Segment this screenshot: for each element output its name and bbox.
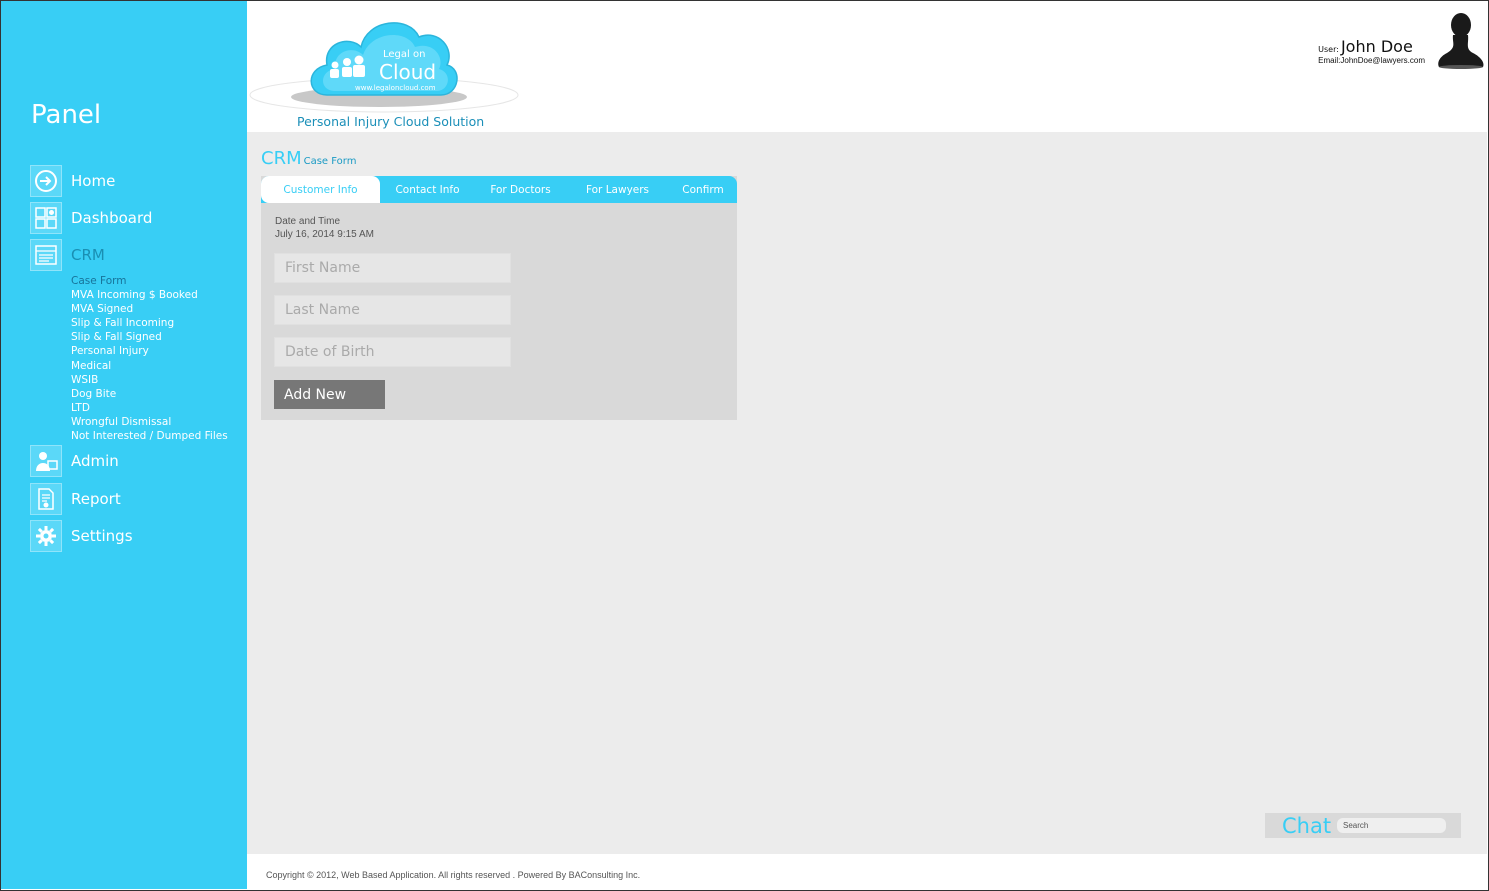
sidebar-item-report[interactable]: Report — [30, 483, 121, 515]
report-icon — [30, 483, 62, 515]
gear-icon — [30, 520, 62, 552]
logo-top-text: Legal on — [383, 49, 425, 60]
sidebar-item-crm[interactable]: CRM — [30, 239, 105, 271]
first-name-input[interactable] — [274, 253, 511, 283]
user-name: John Doe — [1340, 37, 1413, 56]
submenu-item[interactable]: Wrongful Dismissal — [71, 415, 228, 429]
copyright-text: Copyright © 2012, Web Based Application.… — [266, 870, 641, 880]
page-subtitle: Case Form — [303, 156, 357, 167]
cloud-logo-icon: Legal on Cloud www.legaloncloud.com — [249, 22, 519, 113]
tab-confirm[interactable]: Confirm — [669, 176, 737, 203]
submenu-item[interactable]: MVA Signed — [71, 302, 228, 316]
chat-widget: Chat — [1265, 813, 1461, 838]
page-title-text: CRM — [261, 148, 302, 169]
last-name-input[interactable] — [274, 295, 511, 325]
sidebar-item-label: Admin — [71, 452, 119, 470]
tagline: Personal Injury Cloud Solution — [297, 114, 485, 129]
date-of-birth-input[interactable] — [274, 337, 511, 367]
sidebar: Panel Home Dashboard CRM Case Form MVA I… — [1, 1, 247, 889]
sidebar-item-home[interactable]: Home — [30, 165, 115, 197]
chat-search-input[interactable] — [1337, 818, 1446, 833]
crm-submenu: Case Form MVA Incoming $ Booked MVA Sign… — [71, 274, 228, 443]
email-label: Email: — [1318, 56, 1341, 65]
tab-contact-info[interactable]: Contact Info — [380, 176, 475, 203]
date-time-value: July 16, 2014 9:15 AM — [275, 229, 374, 240]
arrow-right-icon — [30, 165, 62, 197]
form-tabs: Customer Info Contact Info For Doctors F… — [261, 176, 737, 203]
main-content: CRM Case Form Customer Info Contact Info … — [247, 132, 1487, 854]
sidebar-item-label: Settings — [71, 527, 133, 545]
sidebar-item-label: Home — [71, 172, 116, 190]
sidebar-item-dashboard[interactable]: Dashboard — [30, 202, 152, 234]
submenu-item[interactable]: Case Form — [71, 274, 228, 288]
date-time-label: Date and Time — [275, 216, 341, 227]
sidebar-item-admin[interactable]: Admin — [30, 445, 119, 477]
tab-customer-info[interactable]: Customer Info — [261, 176, 380, 203]
tab-for-doctors[interactable]: For Doctors — [475, 176, 566, 203]
submenu-item[interactable]: WSIB — [71, 373, 228, 387]
footer: Copyright © 2012, Web Based Application.… — [247, 854, 1487, 889]
page-title: CRM Case Form — [261, 148, 356, 169]
header: Legal on Cloud www.legaloncloud.com Pers… — [247, 1, 1487, 132]
panel-title: Panel — [31, 100, 102, 130]
tab-for-lawyers[interactable]: For Lawyers — [566, 176, 669, 203]
sidebar-item-settings[interactable]: Settings — [30, 520, 133, 552]
case-form: Customer Info Contact Info For Doctors F… — [261, 176, 737, 420]
user-label: User: — [1318, 45, 1339, 54]
sidebar-item-label: Report — [71, 490, 121, 508]
avatar-icon[interactable] — [1435, 9, 1485, 69]
logo[interactable]: Legal on Cloud www.legaloncloud.com Pers… — [249, 7, 525, 129]
submenu-item[interactable]: MVA Incoming $ Booked — [71, 288, 228, 302]
crm-icon — [30, 239, 62, 271]
submenu-item[interactable]: Medical — [71, 359, 228, 373]
submenu-item[interactable]: Slip & Fall Incoming — [71, 316, 228, 330]
dashboard-icon — [30, 202, 62, 234]
logo-url-text: www.legaloncloud.com — [355, 84, 436, 92]
submenu-item[interactable]: LTD — [71, 401, 228, 415]
logo-main-text: Cloud — [379, 60, 436, 84]
admin-icon — [30, 445, 62, 477]
add-new-button[interactable]: Add New — [274, 380, 385, 409]
submenu-item[interactable]: Slip & Fall Signed — [71, 330, 228, 344]
submenu-item[interactable]: Personal Injury — [71, 344, 228, 358]
user-info: User: John Doe Email:JohnDoe@lawyers.com — [1318, 37, 1425, 65]
submenu-item[interactable]: Not Interested / Dumped Files — [71, 429, 228, 443]
chat-label[interactable]: Chat — [1282, 814, 1331, 838]
sidebar-item-label: Dashboard — [71, 209, 153, 227]
user-email: JohnDoe@lawyers.com — [1340, 56, 1425, 65]
sidebar-item-label: CRM — [71, 246, 105, 264]
submenu-item[interactable]: Dog Bite — [71, 387, 228, 401]
